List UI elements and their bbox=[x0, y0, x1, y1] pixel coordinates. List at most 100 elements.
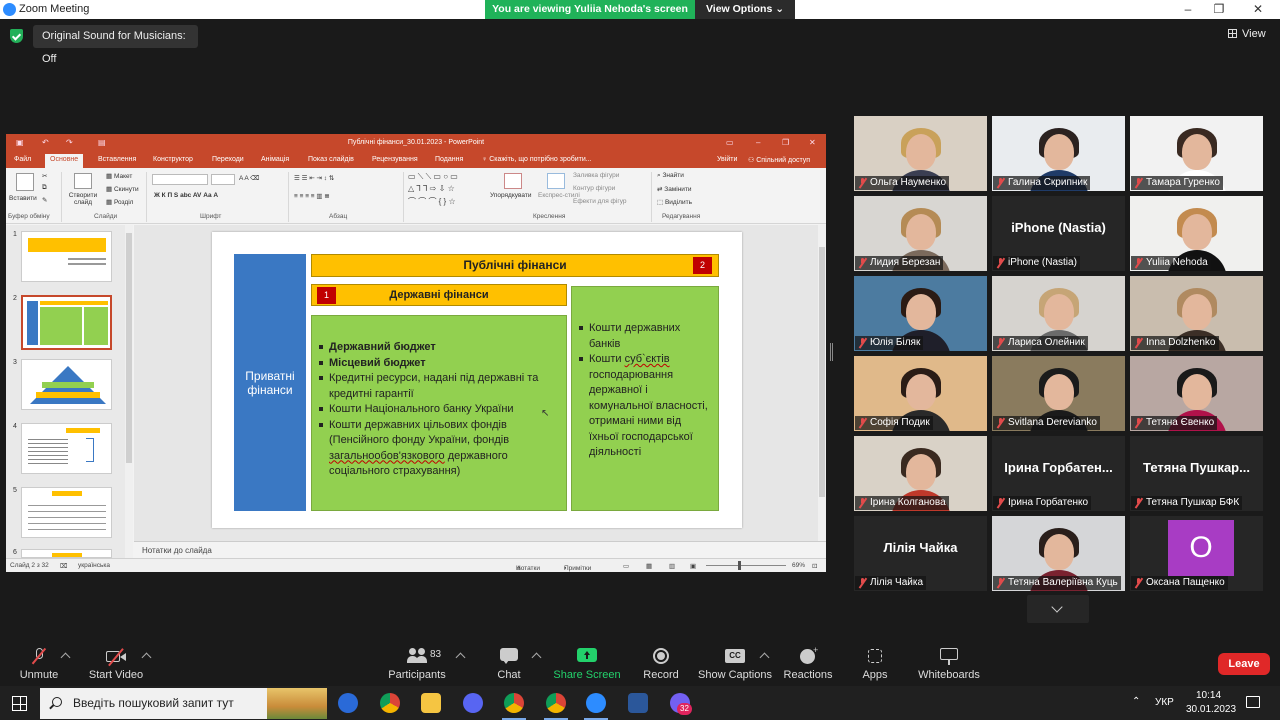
scrollbar-thumb[interactable] bbox=[126, 233, 132, 463]
participant-tile[interactable]: O Оксана Пащенко bbox=[1130, 516, 1263, 591]
keyboard-language[interactable]: УКР bbox=[1155, 697, 1174, 708]
spellcheck-icon[interactable]: ⌧ bbox=[60, 562, 68, 570]
slide-thumbnail[interactable] bbox=[21, 549, 112, 558]
participant-tile[interactable]: Лариса Олейник bbox=[992, 276, 1125, 351]
chrome-icon[interactable] bbox=[380, 693, 400, 713]
participant-tile[interactable]: Ірина Колганова bbox=[854, 436, 987, 511]
participant-tile[interactable]: Yuliia Nehoda bbox=[1130, 196, 1263, 271]
select-button[interactable]: ⬚ Виділить bbox=[657, 198, 692, 206]
reset-button[interactable]: ▦ Скинути bbox=[106, 185, 139, 193]
participant-tile[interactable]: Ірина Горбатен... Ірина Горбатенко bbox=[992, 436, 1125, 511]
font-size-select[interactable] bbox=[211, 174, 235, 185]
slide-scrollbar[interactable] bbox=[818, 225, 826, 541]
chat-button[interactable]: Chat bbox=[464, 648, 554, 681]
shared-screen-powerpoint[interactable]: ▣ ↶ ↷ ▤ Публічні фінанси_30.01.2023 - Po… bbox=[6, 134, 826, 572]
taskbar-search-input[interactable]: Введіть пошуковий запит тут bbox=[40, 688, 327, 719]
paste-label[interactable]: Вставити bbox=[9, 195, 37, 202]
tab-animations[interactable]: Анімація bbox=[261, 156, 289, 163]
sorter-view-icon[interactable]: ▦ bbox=[646, 562, 652, 570]
reading-view-icon[interactable]: ▥ bbox=[669, 562, 675, 570]
zoom-level[interactable]: 69% bbox=[792, 562, 805, 569]
zoom-slider-handle[interactable] bbox=[738, 561, 741, 570]
participant-tile[interactable]: Тамара Гуренко bbox=[1130, 116, 1263, 191]
panel-splitter-handle[interactable] bbox=[830, 343, 833, 361]
tab-file[interactable]: Файл bbox=[14, 156, 31, 163]
sign-in-link[interactable]: Увійти bbox=[717, 156, 737, 163]
slide-thumbnail[interactable] bbox=[21, 231, 112, 282]
tab-view[interactable]: Подання bbox=[435, 156, 463, 163]
participant-tile[interactable]: Svitlana Derevianko bbox=[992, 356, 1125, 431]
shapes-gallery-row2[interactable]: △ ⅂ ⅂ ⇨ ⇩ ☆ bbox=[408, 184, 455, 193]
file-explorer-icon[interactable] bbox=[421, 693, 441, 713]
replace-button[interactable]: ⇄ Замінити bbox=[657, 185, 692, 193]
thumbnails-scrollbar[interactable] bbox=[125, 225, 133, 558]
shapes-gallery[interactable]: ▭ ⟍ ⟍ ▭ ○ ▭ bbox=[408, 172, 458, 182]
slide-thumbnail[interactable] bbox=[21, 487, 112, 538]
layout-button[interactable]: ▦ Макет bbox=[106, 172, 132, 180]
new-slide-label[interactable]: Створити слайд bbox=[66, 192, 100, 206]
participant-tile[interactable]: Лидия Березан bbox=[854, 196, 987, 271]
fit-slide-icon[interactable]: ⊡ bbox=[812, 562, 817, 570]
maximize-button[interactable]: ❐ bbox=[1209, 1, 1229, 17]
list-buttons[interactable]: ☰ ☰ ⇤ ⇥ ↕ ⇅ bbox=[294, 174, 334, 182]
current-slide[interactable]: Приватні фінанси Публічні фінанси 2 Держ… bbox=[212, 232, 742, 528]
action-center-icon[interactable] bbox=[1246, 696, 1260, 708]
encryption-shield-icon[interactable] bbox=[10, 29, 23, 43]
tab-insert[interactable]: Вставлення bbox=[98, 156, 136, 163]
tab-design[interactable]: Конструктор bbox=[153, 156, 193, 163]
language-indicator[interactable]: українська bbox=[78, 562, 110, 569]
scrollbar-thumb[interactable] bbox=[819, 247, 825, 497]
quick-styles-icon[interactable] bbox=[547, 173, 565, 189]
discord-icon[interactable] bbox=[463, 693, 483, 713]
tab-review[interactable]: Рецензування bbox=[372, 156, 418, 163]
chrome-profile-icon[interactable] bbox=[504, 693, 524, 713]
participants-button[interactable]: Participants bbox=[372, 648, 462, 681]
participant-tile[interactable]: Тетяна Валеріївна Куць bbox=[992, 516, 1125, 591]
participant-tile[interactable]: Галина Скрипник bbox=[992, 116, 1125, 191]
shape-effects-button[interactable]: Ефекти для фігур bbox=[573, 198, 627, 205]
slide-thumbnail[interactable] bbox=[21, 359, 112, 410]
zoom-slider[interactable] bbox=[706, 565, 786, 566]
align-buttons[interactable]: ≡ ≡ ≡ ≡ ▥ ≣ bbox=[294, 192, 330, 200]
slide-thumbnails-pane[interactable]: 1 2 3 4 5 6 bbox=[6, 225, 133, 558]
original-sound-badge[interactable]: Original Sound for Musicians: Off bbox=[33, 25, 198, 65]
participant-tile[interactable]: Лілія Чайка Лілія Чайка bbox=[854, 516, 987, 591]
format-painter-icon[interactable]: ✎ bbox=[42, 196, 47, 204]
participant-tile[interactable]: Тетяна Пушкар... Тетяна Пушкар БФК bbox=[1130, 436, 1263, 511]
tab-transitions[interactable]: Переходи bbox=[212, 156, 244, 163]
participant-tile[interactable]: Юлія Біляк bbox=[854, 276, 987, 351]
arrange-label[interactable]: Упорядкувати bbox=[490, 192, 531, 199]
participant-tile[interactable]: Ольга Науменко bbox=[854, 116, 987, 191]
gallery-next-page-button[interactable] bbox=[1027, 595, 1089, 623]
section-button[interactable]: ▦ Розділ bbox=[106, 198, 133, 206]
tell-me-box[interactable]: ♀ Скажіть, що потрібно зробити... bbox=[482, 156, 592, 163]
participant-tile[interactable]: Софія Подик bbox=[854, 356, 987, 431]
cut-icon[interactable]: ✂ bbox=[42, 172, 47, 180]
slide-canvas[interactable]: Приватні фінанси Публічні фінанси 2 Держ… bbox=[134, 225, 826, 541]
slideshow-view-icon[interactable]: ▣ bbox=[690, 562, 696, 570]
font-style-buttons[interactable]: Ж К П S abc AV Аа A bbox=[154, 192, 218, 199]
participant-tile[interactable]: iPhone (Nastia) iPhone (Nastia) bbox=[992, 196, 1125, 271]
share-link[interactable]: ⚇ Спільний доступ bbox=[748, 156, 810, 164]
normal-view-icon[interactable]: ▭ bbox=[623, 562, 629, 570]
slide-thumbnail[interactable] bbox=[21, 423, 112, 474]
tab-home[interactable]: Основне bbox=[45, 154, 84, 168]
clock-date[interactable]: 30.01.2023 bbox=[1186, 704, 1236, 715]
shape-fill-button[interactable]: Заливка фігури bbox=[573, 172, 619, 179]
whiteboards-button[interactable]: Whiteboards bbox=[904, 648, 994, 681]
notes-pane[interactable]: Нотатки до слайда bbox=[134, 541, 826, 558]
zoom-taskbar-icon[interactable] bbox=[586, 693, 606, 713]
view-options-button[interactable]: View Options ⌄ bbox=[695, 0, 795, 19]
clock-time[interactable]: 10:14 bbox=[1196, 690, 1221, 701]
find-button[interactable]: ⌕ Знайти bbox=[657, 172, 684, 180]
leave-button[interactable]: Leave bbox=[1218, 653, 1270, 675]
paste-icon[interactable] bbox=[16, 173, 34, 191]
word-icon[interactable] bbox=[628, 693, 648, 713]
tab-slideshow[interactable]: Показ слайдів bbox=[308, 156, 354, 163]
close-button[interactable]: ✕ bbox=[1248, 1, 1268, 17]
edge-browser-icon[interactable] bbox=[338, 693, 358, 713]
participant-tile[interactable]: Inna Dolzhenko bbox=[1130, 276, 1263, 351]
slide-thumbnail-selected[interactable] bbox=[21, 295, 112, 350]
shape-outline-button[interactable]: Контур фігури bbox=[573, 185, 615, 192]
minimize-button[interactable]: – bbox=[1178, 1, 1198, 17]
